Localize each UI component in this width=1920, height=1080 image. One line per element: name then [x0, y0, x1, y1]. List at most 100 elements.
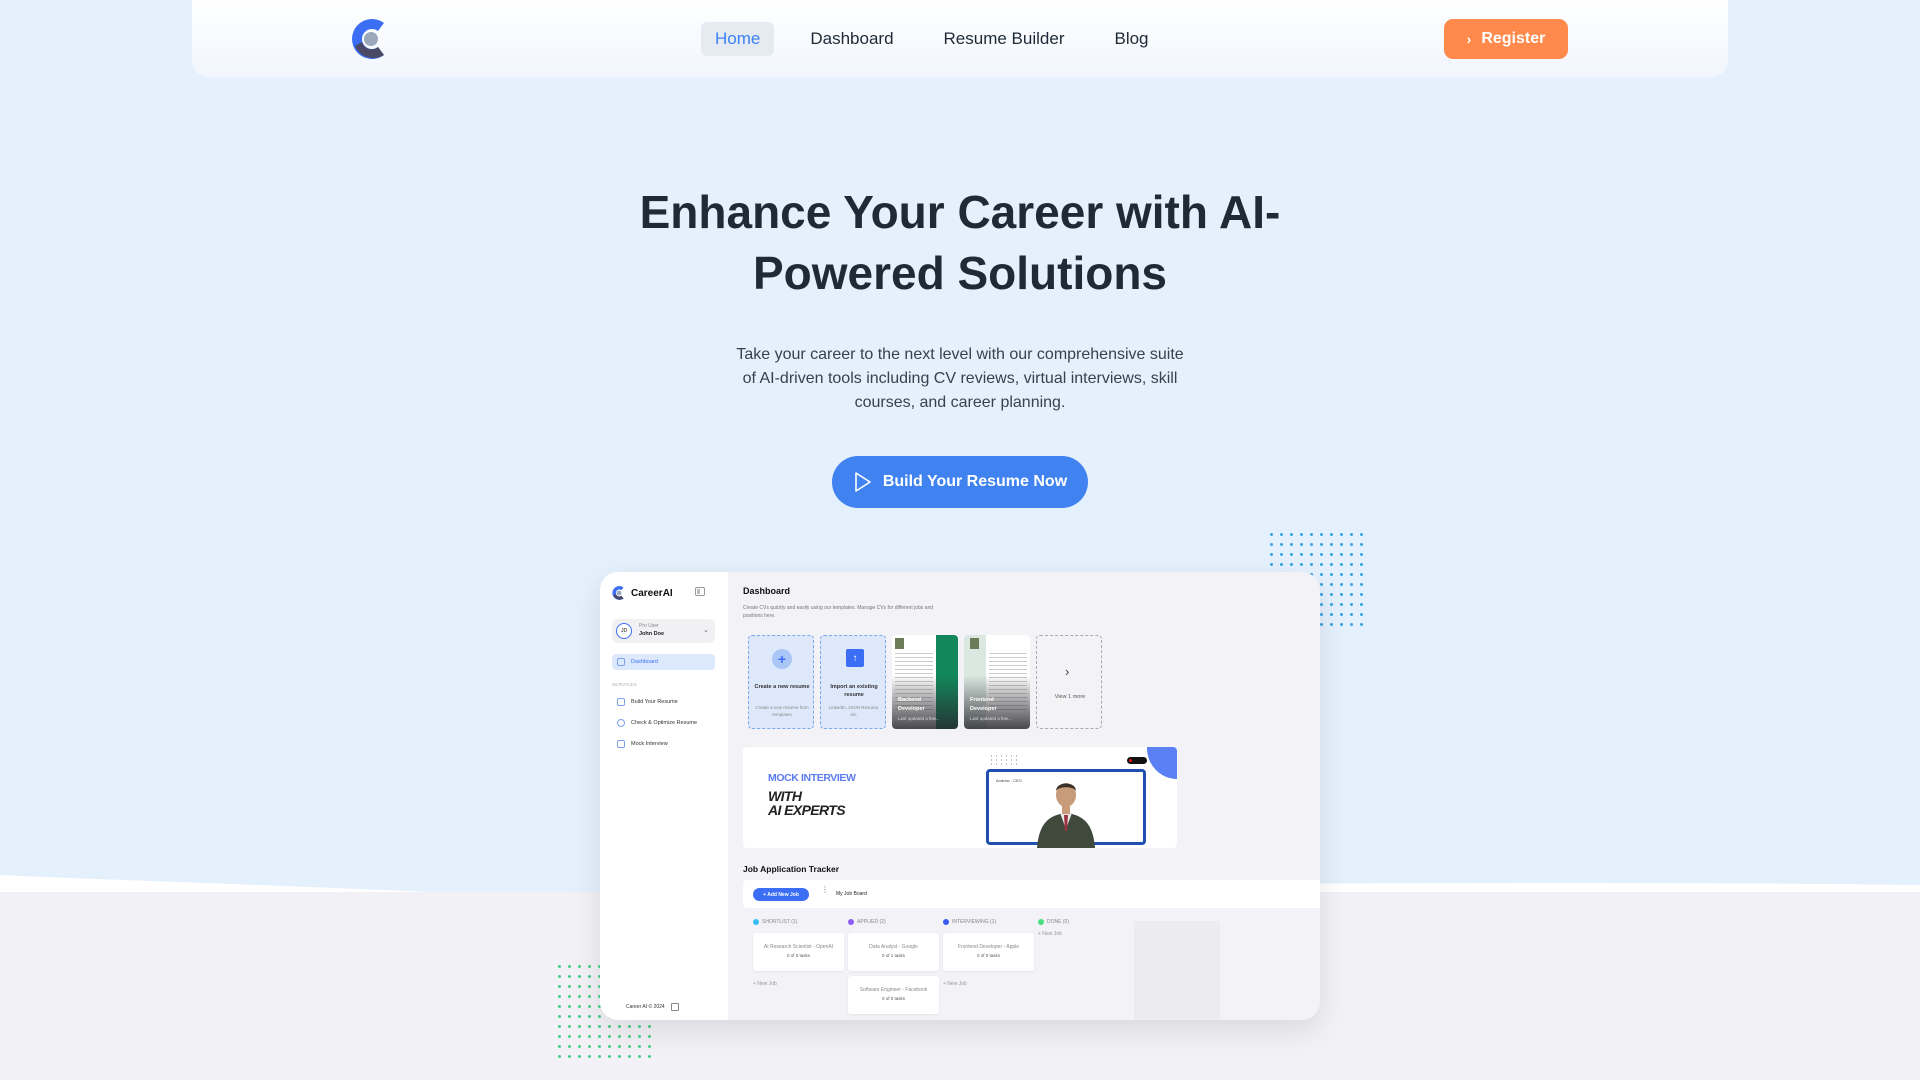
decorative-dot: [1350, 573, 1353, 576]
careerai-logo-icon: [612, 586, 624, 600]
decorative-dot: [568, 965, 571, 968]
new-job-link: + New Job: [1038, 931, 1062, 937]
preview-dashboard-title: Dashboard: [743, 586, 791, 596]
decorative-dot: [1330, 543, 1333, 546]
banner-line-1: WITH: [768, 788, 802, 804]
preview-nav-label: Mock Interview: [631, 741, 668, 747]
banner-headline: WITH AI EXPERTS: [768, 788, 846, 817]
status-dot: [943, 919, 949, 925]
decorative-dot: [1330, 603, 1333, 606]
decorative-dot: [608, 1035, 611, 1038]
resume-photo: [970, 638, 979, 649]
decorative-dot: [638, 1035, 641, 1038]
kanban-column-applied: APPLIED (2) Data Analyst - Google 0 of 1…: [848, 918, 940, 1014]
decorative-dot: [648, 1025, 651, 1028]
build-resume-label: Build Your Resume Now: [882, 473, 1068, 490]
decorative-dot: [1360, 573, 1363, 576]
decorative-dot: [1360, 623, 1363, 626]
decorative-dot: [588, 1015, 591, 1018]
decorative-dot: [1350, 603, 1353, 606]
job-title: AI Research Scientist - OpenAI: [763, 944, 834, 950]
decorative-dot: [1350, 533, 1353, 536]
decorative-dot: [628, 1035, 631, 1038]
decorative-dot: [578, 975, 581, 978]
decorative-dot: [1280, 553, 1283, 556]
tracker-title: Job Application Tracker: [743, 864, 840, 874]
decorative-dot: [1320, 623, 1323, 626]
decorative-dot: [1320, 603, 1323, 606]
build-resume-button[interactable]: Build Your Resume Now: [832, 456, 1088, 508]
view-more-card: › View 1 more: [1036, 635, 1102, 729]
decorative-dot: [1350, 553, 1353, 556]
job-tasks: 0 of 0 tasks: [881, 996, 905, 1001]
tracker-toolbar: + Add New Job ⋮ My Job Board: [743, 880, 1320, 908]
decorative-dot: [588, 965, 591, 968]
decorative-dot: [568, 995, 571, 998]
job-tasks: 0 of 1 tasks: [881, 953, 905, 958]
decorative-dot: [1320, 563, 1323, 566]
decorative-dot: [598, 1025, 601, 1028]
decorative-dot: [1330, 573, 1333, 576]
decorative-dot: [648, 1045, 651, 1048]
main-nav: Home Dashboard Resume Builder Blog: [701, 22, 1163, 56]
decorative-dot: [1350, 593, 1353, 596]
decorative-dot: [558, 1045, 561, 1048]
preview-brand: CareerAI: [612, 585, 673, 601]
job-tasks: 0 of 0 tasks: [786, 953, 810, 958]
preview-resume-cards: + Create a new resume Create a new resum…: [748, 635, 1102, 729]
decorative-dot: [1290, 563, 1293, 566]
nav-link-dashboard[interactable]: Dashboard: [796, 22, 907, 56]
decorative-dot: [558, 975, 561, 978]
play-icon: [855, 472, 871, 492]
decorative-dot: [578, 1045, 581, 1048]
nav-link-blog[interactable]: Blog: [1100, 22, 1162, 56]
banner-corner-decoration: [1147, 747, 1177, 779]
decorative-dot: [1290, 533, 1293, 536]
decorative-dot: [1360, 533, 1363, 536]
careerai-logo[interactable]: [351, 16, 391, 62]
decorative-dot: [1320, 573, 1323, 576]
user-name: John Doe: [639, 631, 665, 637]
decorative-dot: [1330, 533, 1333, 536]
nav-link-home[interactable]: Home: [701, 22, 775, 56]
column-name: INTERVIEWING (1): [952, 919, 997, 925]
job-title: Frontend Developer - Apple: [957, 944, 1020, 950]
preview-nav-dashboard: Dashboard: [612, 654, 715, 670]
decorative-dot: [568, 1015, 571, 1018]
kanban-column-shortlist: SHORTLIST (1) AI Research Scientist - Op…: [753, 918, 845, 987]
nav-link-resume-builder[interactable]: Resume Builder: [930, 22, 1079, 56]
register-button[interactable]: › Register: [1444, 19, 1568, 59]
card-subtitle: Last updated a few...: [970, 716, 1012, 721]
resume-photo: [895, 638, 904, 649]
decorative-dot: [578, 1025, 581, 1028]
chevron-right-icon: ›: [1466, 31, 1472, 47]
chevron-right-icon: ›: [1065, 664, 1070, 679]
ai-interviewer-avatar: [1037, 783, 1095, 848]
empty-column-placeholder: [1134, 921, 1220, 1020]
kanban-column-done: DONE (0) + New Job: [1038, 918, 1130, 937]
card-subtitle: Create a new resume from templates: [755, 705, 809, 717]
decorative-dot: [568, 985, 571, 988]
preview-section-label: SERVICES: [612, 682, 638, 687]
preview-sidebar: CareerAI JD Pro User John Doe ⌄ Dashboar…: [600, 572, 728, 1020]
decorative-dot: [588, 1045, 591, 1048]
card-subtitle: LinkedIn, JSON Resume, etc.: [828, 705, 880, 717]
register-label: Register: [1481, 30, 1546, 47]
job-card: AI Research Scientist - OpenAI 0 of 0 ta…: [753, 933, 844, 971]
decorative-dot: [1330, 563, 1333, 566]
card-title: Frontend Developer: [970, 697, 997, 712]
decorative-dot: [1320, 543, 1323, 546]
create-resume-card: + Create a new resume Create a new resum…: [748, 635, 814, 729]
add-new-job-button: + Add New Job: [753, 888, 809, 901]
decorative-dot: [618, 1035, 621, 1038]
decorative-dot: [1320, 533, 1323, 536]
decorative-dot: [1330, 613, 1333, 616]
decorative-dot: [578, 1015, 581, 1018]
decorative-dot: [1300, 533, 1303, 536]
decorative-dot: [1330, 593, 1333, 596]
preview-nav-label: Build Your Resume: [631, 699, 678, 705]
decorative-dot: [1300, 553, 1303, 556]
decorative-dot: [568, 1035, 571, 1038]
job-title: Data Analyst - Google: [869, 944, 918, 950]
preview-nav-label: Check & Optimize Resume: [631, 720, 698, 726]
